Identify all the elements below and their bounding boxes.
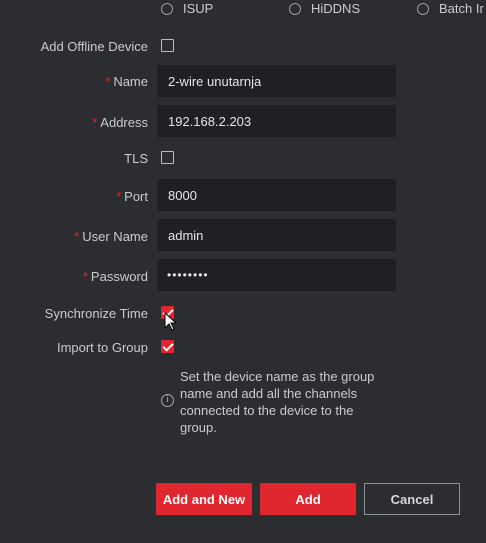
- radio-isup[interactable]: ISUP: [161, 1, 213, 16]
- import-group-label: Import to Group: [56, 340, 148, 355]
- required-mark: *: [92, 115, 98, 130]
- import-group-hint: Set the device name as the group name an…: [180, 369, 375, 435]
- tls-label: TLS: [124, 151, 148, 166]
- add-method-radio-group: ISUP HiDDNS Batch Ir: [0, 0, 486, 16]
- cancel-button[interactable]: Cancel: [364, 483, 460, 515]
- port-input[interactable]: [157, 179, 396, 211]
- user-name-label: * User Name: [74, 229, 148, 244]
- add-button[interactable]: Add: [260, 483, 356, 515]
- radio-batch-import[interactable]: Batch Ir: [417, 1, 484, 16]
- user-name-input[interactable]: [157, 219, 396, 251]
- name-input[interactable]: [157, 65, 396, 97]
- required-mark: *: [82, 269, 88, 284]
- name-label: * Name: [105, 74, 148, 89]
- radio-isup-label: ISUP: [183, 1, 214, 16]
- required-mark: *: [116, 189, 122, 204]
- radio-circle-icon: [161, 2, 173, 15]
- address-input[interactable]: [157, 105, 396, 137]
- required-mark: *: [74, 229, 80, 244]
- info-icon: i: [161, 394, 174, 407]
- offline-device-checkbox[interactable]: [161, 39, 174, 52]
- radio-hiddns-label: HiDDNS: [311, 1, 361, 16]
- password-label: * Password: [82, 269, 148, 284]
- radio-batch-label: Batch Ir: [439, 1, 484, 16]
- mouse-pointer-icon: [164, 312, 178, 331]
- port-label: * Port: [116, 189, 148, 204]
- radio-hiddns[interactable]: HiDDNS: [289, 1, 360, 16]
- radio-circle-icon: [417, 2, 429, 15]
- offline-device-label: Add Offline Device: [40, 39, 148, 54]
- tls-checkbox[interactable]: [161, 151, 174, 164]
- password-mask: ••••••••: [167, 268, 209, 282]
- sync-time-label: Synchronize Time: [44, 306, 148, 321]
- radio-circle-icon: [289, 2, 301, 15]
- add-and-new-button[interactable]: Add and New: [156, 483, 252, 515]
- required-mark: *: [105, 74, 111, 89]
- add-device-form: ISUP HiDDNS Batch Ir Add Offline Device …: [0, 0, 486, 543]
- import-group-checkbox[interactable]: [161, 340, 174, 353]
- address-label: * Address: [92, 115, 148, 130]
